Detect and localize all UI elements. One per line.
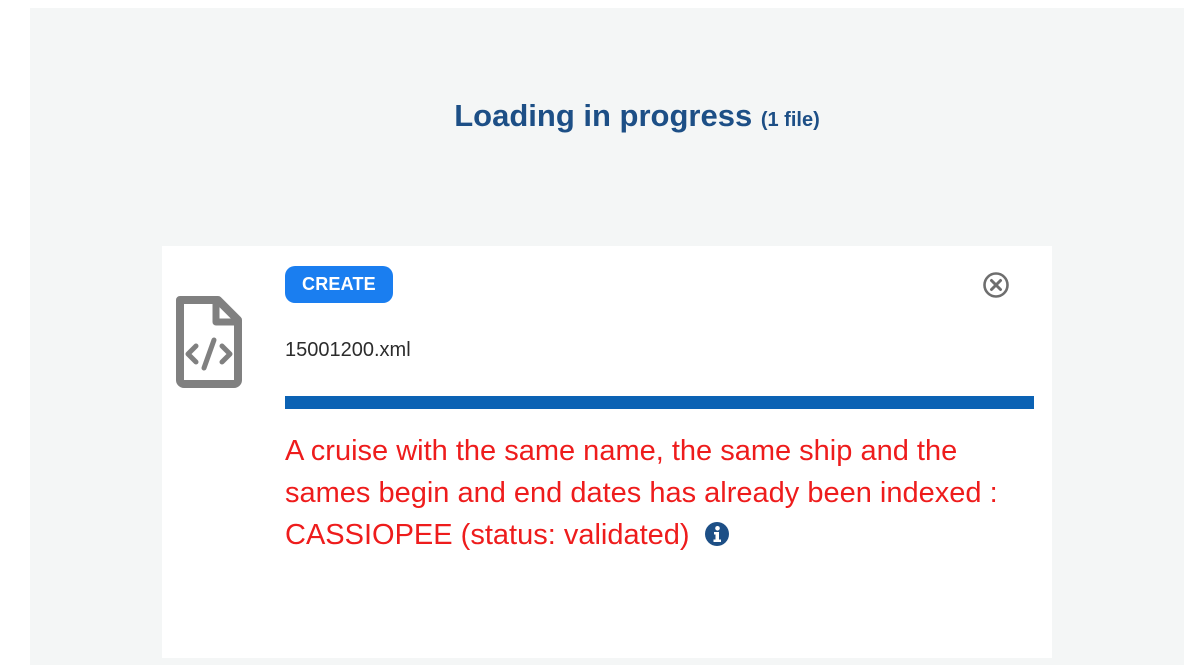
- error-message: A cruise with the same name, the same sh…: [285, 430, 1045, 556]
- error-message-text: A cruise with the same name, the same sh…: [285, 435, 998, 551]
- file-code-icon: [174, 294, 244, 390]
- file-count: (1 file): [760, 109, 820, 131]
- page-title-text: Loading in progress: [454, 98, 753, 133]
- create-badge: CREATE: [285, 266, 393, 303]
- upload-progress-fill: [285, 396, 1034, 409]
- close-icon[interactable]: [981, 270, 1011, 300]
- upload-progress-bar: [285, 396, 1034, 409]
- info-icon[interactable]: [704, 517, 730, 546]
- page-title: Loading in progress (1 file): [30, 96, 1184, 140]
- upload-card: CREATE 15001200.xml A cruise with the sa…: [162, 246, 1052, 658]
- file-name: 15001200.xml: [285, 339, 411, 361]
